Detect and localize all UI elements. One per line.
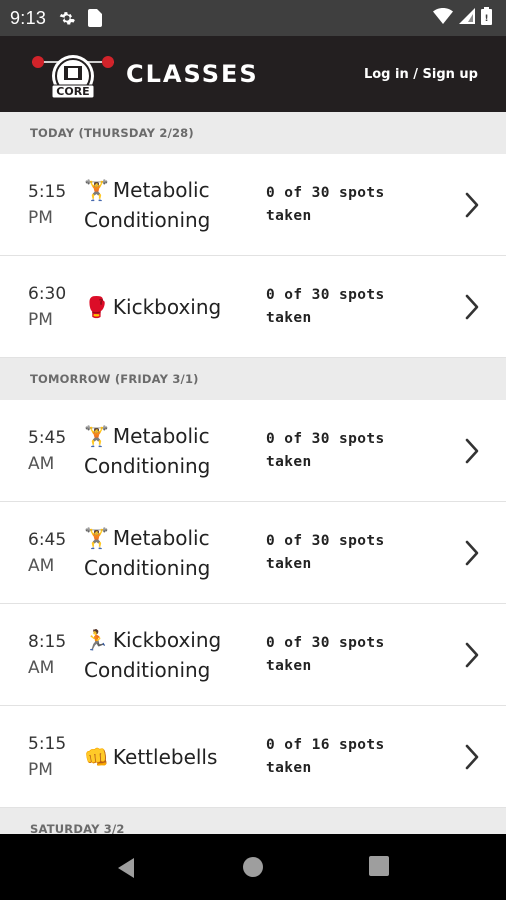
chevron-right-icon[interactable]	[462, 293, 482, 321]
status-bar: 9:13 !	[0, 0, 506, 36]
class-row[interactable]: 5:15 PM 👊 Kettlebells 0 of 16 spots taken	[0, 706, 506, 808]
section-header-tomorrow: TOMORROW (FRIDAY 3/1)	[0, 358, 506, 400]
app-bar: CORE CLASSES Log in / Sign up	[0, 36, 506, 112]
class-name: 👊 Kettlebells	[84, 744, 218, 769]
class-name: 🏃 Kickboxing Conditioning	[84, 627, 222, 682]
status-time: 9:13	[10, 7, 47, 28]
class-name: 🥊 Kickboxing	[84, 294, 222, 319]
class-time: 5:15 PM	[28, 181, 67, 228]
class-name: 🏋 Metabolic Conditioning	[84, 177, 211, 232]
class-name: 🏋 Metabolic Conditioning	[84, 423, 211, 478]
weightlifter-icon: 🏋	[84, 525, 109, 550]
class-time: 5:45 AM	[28, 427, 67, 474]
core-logo[interactable]: CORE	[30, 44, 116, 104]
signal-icon	[459, 7, 475, 29]
chevron-right-icon[interactable]	[462, 743, 482, 771]
weightlifter-icon: 🏋	[84, 177, 109, 202]
spots-taken: 0 of 30 spots taken	[266, 286, 385, 326]
sim-card-icon	[88, 9, 103, 27]
gear-icon	[58, 9, 76, 27]
boxing-glove-icon: 🥊	[84, 294, 109, 319]
class-row[interactable]: 6:30 PM 🥊 Kickboxing 0 of 30 spots taken	[0, 256, 506, 358]
chevron-right-icon[interactable]	[462, 641, 482, 669]
class-row[interactable]: 8:15 AM 🏃 Kickboxing Conditioning 0 of 30…	[0, 604, 506, 706]
page-title: CLASSES	[126, 60, 259, 88]
navigation-bar	[0, 834, 506, 900]
wifi-icon	[433, 7, 453, 29]
class-row[interactable]: 5:15 PM 🏋 Metabolic Conditioning 0 of 30 …	[0, 154, 506, 256]
class-row[interactable]: 6:45 AM 🏋 Metabolic Conditioning 0 of 30 …	[0, 502, 506, 604]
svg-text:!: !	[484, 14, 488, 24]
section-header-saturday: SATURDAY 3/2	[0, 808, 506, 834]
class-time: 8:15 AM	[28, 631, 67, 678]
spots-taken: 0 of 30 spots taken	[266, 184, 385, 224]
section-header-today: TODAY (THURSDAY 2/28)	[0, 112, 506, 154]
class-name: 🏋 Metabolic Conditioning	[84, 525, 211, 580]
back-icon[interactable]	[114, 856, 138, 880]
login-signup-link[interactable]: Log in / Sign up	[364, 67, 478, 82]
class-time: 6:45 AM	[28, 529, 67, 576]
spots-taken: 0 of 30 spots taken	[266, 430, 385, 470]
class-time: 5:15 PM	[28, 733, 67, 780]
fist-icon: 👊	[84, 744, 109, 769]
recents-icon[interactable]	[369, 856, 389, 876]
spots-taken: 0 of 30 spots taken	[266, 532, 385, 572]
runner-icon: 🏃	[84, 627, 109, 652]
class-list[interactable]: TODAY (THURSDAY 2/28) 5:15 PM 🏋 Metabolic…	[0, 112, 506, 834]
class-time: 6:30 PM	[28, 283, 67, 330]
logo-text: CORE	[56, 85, 89, 98]
spots-taken: 0 of 30 spots taken	[266, 634, 385, 674]
home-icon[interactable]	[242, 856, 264, 878]
chevron-right-icon[interactable]	[462, 191, 482, 219]
chevron-right-icon[interactable]	[462, 539, 482, 567]
chevron-right-icon[interactable]	[462, 437, 482, 465]
weightlifter-icon: 🏋	[84, 423, 109, 448]
battery-icon: !	[481, 6, 492, 30]
class-row[interactable]: 5:45 AM 🏋 Metabolic Conditioning 0 of 30 …	[0, 400, 506, 502]
spots-taken: 0 of 16 spots taken	[266, 736, 385, 776]
